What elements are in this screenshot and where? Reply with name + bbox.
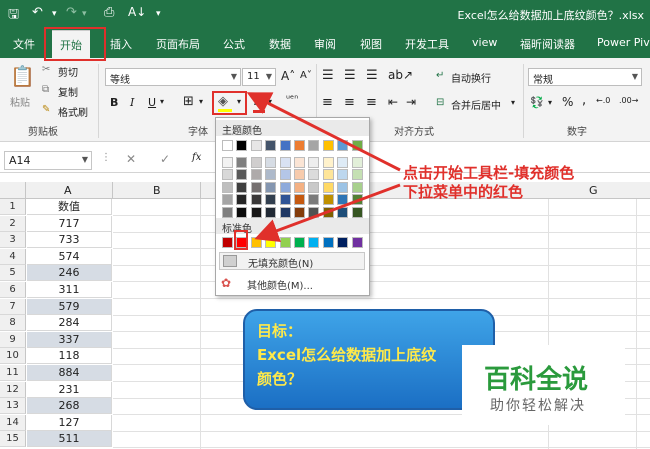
- arrow-to-fill-color: [246, 92, 401, 172]
- goal-line-3: 颜色？: [257, 370, 303, 388]
- annotation-line-2: 下拉菜单中的红色: [403, 183, 524, 201]
- arrow-to-red-swatch: [254, 183, 401, 242]
- goal-callout: 目标： Excel怎么给数据加上底纹 颜色？: [243, 309, 495, 410]
- brand-name: 百科全说: [484, 365, 589, 395]
- goal-line-2: Excel怎么给数据加上底纹: [257, 346, 437, 364]
- brand-slogan: 助你轻松解决: [490, 398, 586, 414]
- brand-watermark: 百科全说 助你轻松解决: [462, 345, 625, 425]
- annotation-line-1: 点击开始工具栏-填充颜色: [403, 164, 575, 182]
- goal-line-1: 目标：: [257, 322, 303, 340]
